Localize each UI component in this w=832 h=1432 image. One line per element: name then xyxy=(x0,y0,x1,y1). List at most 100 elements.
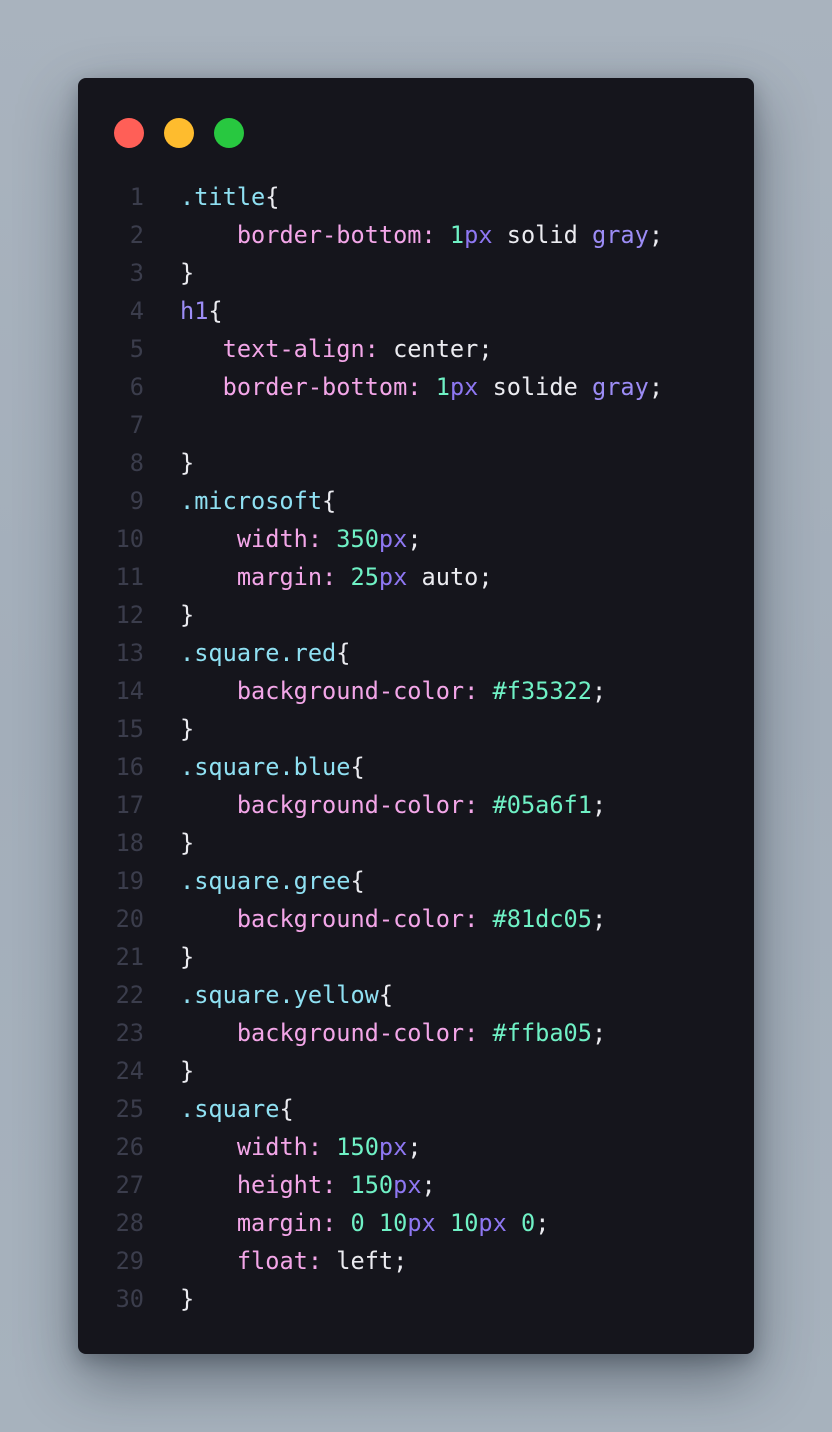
code-token: { xyxy=(265,183,280,211)
line-text: float: left; xyxy=(180,1242,408,1280)
line-number: 28 xyxy=(115,1209,144,1237)
code-token: 1 xyxy=(435,373,450,401)
code-token: } xyxy=(180,829,195,857)
code-token: width xyxy=(236,525,308,553)
line-text: background-color: #f35322; xyxy=(180,672,606,710)
code-token: solid xyxy=(492,221,592,249)
code-token: : xyxy=(421,221,450,249)
code-line: 23 background-color: #ffba05; xyxy=(78,1014,754,1052)
line-text: } xyxy=(180,938,194,976)
line-number: 26 xyxy=(115,1133,144,1161)
code-token: px xyxy=(378,563,408,591)
code-token: px xyxy=(407,1209,436,1237)
code-token: } xyxy=(180,449,195,477)
code-token: background-color xyxy=(236,905,465,933)
line-text: background-color: #81dc05; xyxy=(180,900,606,938)
code-line: 13 .square.red{ xyxy=(78,634,754,672)
line-number: 5 xyxy=(129,335,144,363)
code-editor: 1 .title{2 border-bottom: 1px solid gray;… xyxy=(78,178,754,1318)
code-line: 16 .square.blue{ xyxy=(78,748,754,786)
code-token: margin xyxy=(236,1209,323,1237)
line-text: .square.blue{ xyxy=(180,748,365,786)
code-line: 7 xyxy=(78,406,754,444)
code-token: left xyxy=(336,1247,394,1275)
line-text: .microsoft{ xyxy=(180,482,336,520)
line-number: 18 xyxy=(115,829,144,857)
code-line: 22 .square.yellow{ xyxy=(78,976,754,1014)
code-token: } xyxy=(180,715,195,743)
code-line: 21} xyxy=(78,938,754,976)
line-text: } xyxy=(180,596,194,634)
close-window-icon[interactable] xyxy=(114,118,144,148)
code-token: : xyxy=(407,373,436,401)
line-text: .square{ xyxy=(180,1090,294,1128)
code-line: 30} xyxy=(78,1280,754,1318)
code-token: { xyxy=(208,297,223,325)
code-token: .square.blue xyxy=(180,753,351,781)
minimize-window-icon[interactable] xyxy=(164,118,194,148)
code-token: text-align xyxy=(222,335,365,363)
code-token: } xyxy=(180,943,195,971)
code-token: { xyxy=(350,753,365,781)
code-line: 2 border-bottom: 1px solid gray; xyxy=(78,216,754,254)
code-token: float xyxy=(236,1247,308,1275)
code-token: px xyxy=(464,221,493,249)
line-text: } xyxy=(180,444,194,482)
line-text: } xyxy=(180,254,194,292)
line-text: border-bottom: 1px solid gray; xyxy=(180,216,663,254)
code-token: ; xyxy=(591,1019,607,1047)
code-token: : xyxy=(464,791,493,819)
code-token: ; xyxy=(393,1247,408,1275)
code-line: 19 .square.gree{ xyxy=(78,862,754,900)
code-line: 5 text-align: center; xyxy=(78,330,754,368)
code-line: 24} xyxy=(78,1052,754,1090)
line-number: 20 xyxy=(115,905,144,933)
code-token: 1 xyxy=(449,221,465,249)
line-text: .title{ xyxy=(180,178,279,216)
line-number: 16 xyxy=(115,753,144,781)
code-token: #f35322 xyxy=(492,677,592,705)
code-token: background-color xyxy=(236,677,465,705)
code-token: gray xyxy=(592,373,649,401)
line-number: 3 xyxy=(129,259,144,287)
line-number: 17 xyxy=(115,791,144,819)
code-token: border-bottom xyxy=(236,221,422,249)
code-line: 10 width: 350px; xyxy=(78,520,754,558)
line-text: background-color: #05a6f1; xyxy=(180,786,606,824)
code-token: .square xyxy=(180,1095,280,1123)
line-text: } xyxy=(180,1052,194,1090)
code-token: width xyxy=(236,1133,308,1161)
line-number: 29 xyxy=(115,1247,144,1275)
code-line: 29 float: left; xyxy=(78,1242,754,1280)
code-token: solide xyxy=(478,373,592,401)
line-number: 8 xyxy=(129,449,144,477)
code-token: .title xyxy=(180,183,266,211)
code-token: margin xyxy=(236,563,323,591)
code-token: : xyxy=(322,563,351,591)
line-number: 30 xyxy=(115,1285,144,1313)
line-number: 1 xyxy=(129,183,144,211)
code-token: 10 xyxy=(449,1209,479,1237)
line-number: 25 xyxy=(115,1095,144,1123)
code-token: height xyxy=(236,1171,323,1199)
line-text: width: 350px; xyxy=(180,520,422,558)
code-line: 3} xyxy=(78,254,754,292)
code-token: ; xyxy=(591,791,607,819)
line-number: 10 xyxy=(115,525,144,553)
code-token: 150 xyxy=(350,1171,394,1199)
code-token: #05a6f1 xyxy=(492,791,592,819)
maximize-window-icon[interactable] xyxy=(214,118,244,148)
code-token: .microsoft xyxy=(180,487,323,515)
code-line: 8} xyxy=(78,444,754,482)
code-token: : xyxy=(307,1247,337,1275)
line-number: 15 xyxy=(115,715,144,743)
code-line: 18} xyxy=(78,824,754,862)
